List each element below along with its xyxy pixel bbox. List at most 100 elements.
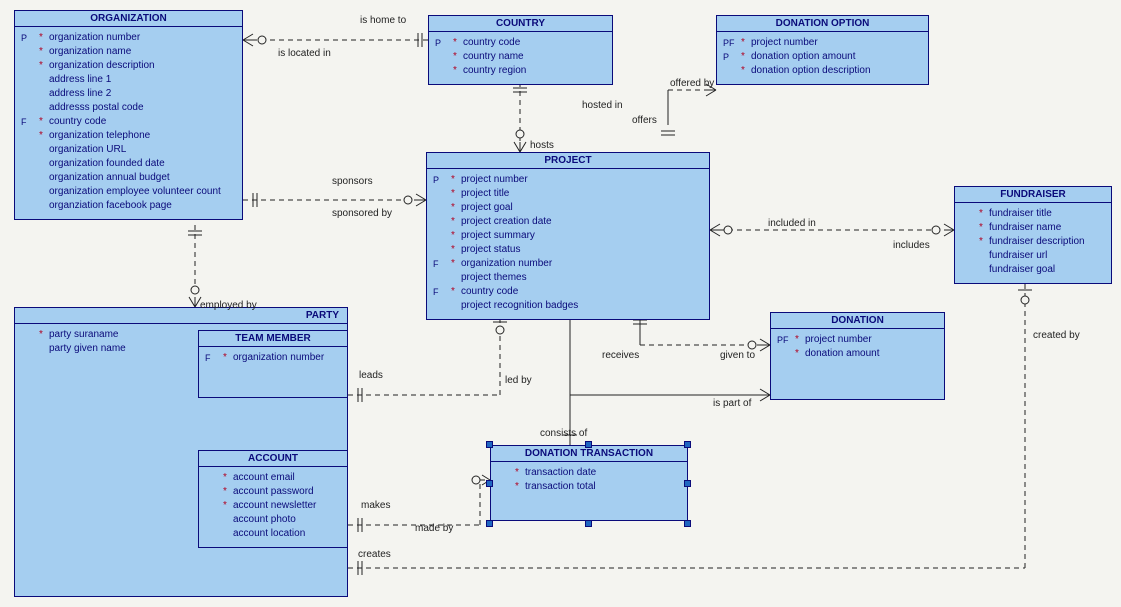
selection-handle[interactable] [486,520,493,527]
entity-body: P*project number*project title*project g… [427,169,709,319]
entity-title: PARTY [15,308,347,324]
rel-label: is located in [278,48,331,59]
selection-handle[interactable] [684,480,691,487]
attribute-row: P*project number [433,173,703,187]
attribute-row: organization annual budget [21,171,236,185]
rel-label: made by [415,523,453,534]
entity-body: PF*project numberP*donation option amoun… [717,32,928,84]
attribute-row: PF*project number [723,36,922,50]
entity-team-member[interactable]: TEAM MEMBER F*organization number [198,330,348,398]
rel-label: offered by [670,78,714,89]
attribute-row: *account email [205,471,341,485]
rel-label: makes [361,500,390,511]
entity-body: F*organization number [199,347,347,397]
rel-label: is part of [713,398,751,409]
rel-label: leads [359,370,383,381]
attribute-row: *project summary [433,229,703,243]
attribute-row: fundraiser url [961,249,1105,263]
attribute-row: *account newsletter [205,499,341,513]
entity-organization[interactable]: ORGANIZATION P*organization number*organ… [14,10,243,220]
attribute-row: *fundraiser name [961,221,1105,235]
attribute-row: PF*project number [777,333,938,347]
attribute-row: account photo [205,513,341,527]
entity-title: ACCOUNT [199,451,347,467]
entity-title: FUNDRAISER [955,187,1111,203]
rel-label: offers [632,115,657,126]
attribute-row: *fundraiser title [961,207,1105,221]
attribute-row: F*country code [433,285,703,299]
attribute-row: *transaction date [497,466,681,480]
attribute-row: *organization name [21,45,236,59]
attribute-row: fundraiser goal [961,263,1105,277]
selection-handle[interactable] [585,520,592,527]
selection-handle[interactable] [486,480,493,487]
attribute-row: address line 2 [21,87,236,101]
attribute-row: *country name [435,50,606,64]
attribute-row: project recognition badges [433,299,703,313]
entity-donation-transaction[interactable]: DONATION TRANSACTION *transaction date*t… [490,445,688,521]
rel-label: employed by [200,300,257,311]
rel-label: led by [505,375,532,386]
entity-title: ORGANIZATION [15,11,242,27]
attribute-row: *organization telephone [21,129,236,143]
attribute-row: organziation facebook page [21,199,236,213]
entity-body: P*organization number*organization name*… [15,27,242,219]
attribute-row: F*organization number [205,351,341,365]
entity-country[interactable]: COUNTRY P*country code*country name*coun… [428,15,613,85]
attribute-row: *transaction total [497,480,681,494]
rel-label: included in [768,218,816,229]
attribute-row: *donation option description [723,64,922,78]
attribute-row: *organization description [21,59,236,73]
attribute-row: *project title [433,187,703,201]
attribute-row: *project status [433,243,703,257]
attribute-row: *country region [435,64,606,78]
attribute-row: organization URL [21,143,236,157]
attribute-row: *fundraiser description [961,235,1105,249]
entity-donation-option[interactable]: DONATION OPTION PF*project numberP*donat… [716,15,929,85]
rel-label: hosts [530,140,554,151]
rel-label: receives [602,350,639,361]
attribute-row: *project goal [433,201,703,215]
rel-label: sponsored by [332,208,392,219]
rel-label: hosted in [582,100,623,111]
entity-title: PROJECT [427,153,709,169]
attribute-row: addresss postal code [21,101,236,115]
entity-title: DONATION OPTION [717,16,928,32]
entity-title: DONATION [771,313,944,329]
attribute-row: account location [205,527,341,541]
entity-body: PF*project number*donation amount [771,329,944,399]
selection-handle[interactable] [684,520,691,527]
entity-project[interactable]: PROJECT P*project number*project title*p… [426,152,710,320]
entity-account[interactable]: ACCOUNT *account email*account password*… [198,450,348,548]
rel-label: given to [720,350,755,361]
attribute-row: P*country code [435,36,606,50]
selection-handle[interactable] [486,441,493,448]
rel-label: consists of [540,428,587,439]
entity-body: *fundraiser title*fundraiser name*fundra… [955,203,1111,283]
entity-fundraiser[interactable]: FUNDRAISER *fundraiser title*fundraiser … [954,186,1112,284]
attribute-row: P*organization number [21,31,236,45]
rel-label: includes [893,240,930,251]
rel-label: creates [358,549,391,560]
entity-donation[interactable]: DONATION PF*project number*donation amou… [770,312,945,400]
entity-body: P*country code*country name*country regi… [429,32,612,84]
attribute-row: organization founded date [21,157,236,171]
attribute-row: P*donation option amount [723,50,922,64]
attribute-row: address line 1 [21,73,236,87]
selection-handle[interactable] [684,441,691,448]
rel-label: created by [1033,330,1080,341]
rel-label: is home to [360,15,406,26]
attribute-row: project themes [433,271,703,285]
attribute-row: *donation amount [777,347,938,361]
rel-label: sponsors [332,176,373,187]
entity-body: *transaction date*transaction total [491,462,687,520]
selection-handle[interactable] [585,441,592,448]
entity-body: *account email*account password*account … [199,467,347,547]
attribute-row: F*organization number [433,257,703,271]
attribute-row: *account password [205,485,341,499]
attribute-row: organization employee volunteer count [21,185,236,199]
entity-title: DONATION TRANSACTION [491,446,687,462]
attribute-row: F*country code [21,115,236,129]
attribute-row: *project creation date [433,215,703,229]
entity-title: TEAM MEMBER [199,331,347,347]
